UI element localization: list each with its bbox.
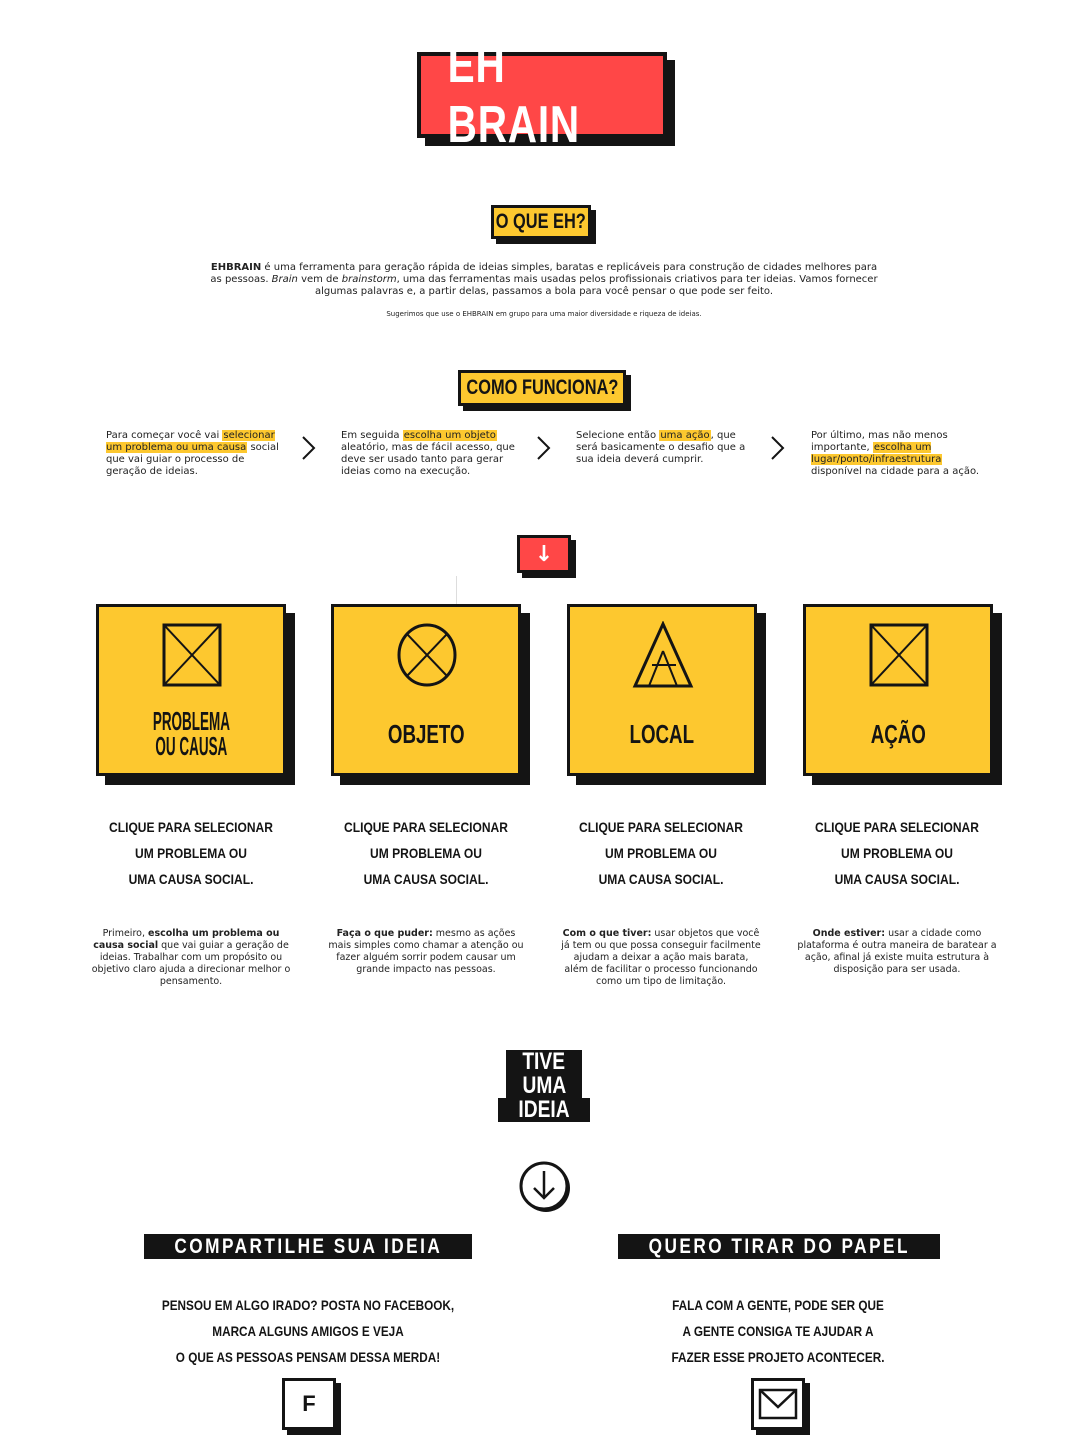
step-text: Em seguida [341,430,403,441]
contact-line: FALA COM A GENTE, PODE SER QUE [672,1297,884,1313]
cta-line: UM PROBLEMA OU [135,845,247,861]
how-heading: COMO FUNCIONA? [458,370,626,406]
select-problem-link[interactable]: CLIQUE PARA SELECIONAR UM PROBLEMA OU UM… [91,814,291,892]
card-label-line: OBJETO [387,718,465,749]
step-highlight: uma ação [659,430,711,441]
select-action-link[interactable]: CLIQUE PARA SELECIONAR UM PROBLEMA OU UM… [797,814,997,892]
select-local-link[interactable]: CLIQUE PARA SELECIONAR UM PROBLEMA OU UM… [561,814,761,892]
card-local[interactable]: LOCAL [567,604,757,776]
cta-line: UMA CAUSA SOCIAL. [598,871,724,887]
step-text: Selecione então [576,430,660,441]
about-text: EHBRAIN é uma ferramenta para geração rá… [205,262,883,298]
cta-line: UMA CAUSA SOCIAL. [834,871,960,887]
card-label-line: OU CAUSA [155,731,227,761]
cta-line: CLIQUE PARA SELECIONAR [109,819,273,835]
card-problema[interactable]: PROBLEMA OU CAUSA [96,604,286,776]
divider [456,576,457,604]
circle-arrow-down-icon[interactable] [519,1160,573,1214]
idea-line: IDEIA [518,1096,570,1123]
step-4: Por último, mas não menos importante, es… [811,430,986,478]
card-label-line: AÇÃO [870,718,926,749]
cta-line: UMA CAUSA SOCIAL. [363,871,489,887]
share-line: MARCA ALGUNS AMIGOS E VEJA [212,1323,404,1339]
card-label: OBJETO [334,705,518,763]
about-heading-text: O QUE EH? [495,210,587,233]
share-line: PENSOU EM ALGO IRADO? POSTA NO FACEBOOK, [161,1297,455,1313]
about-brain-word: Brain [271,274,298,285]
step-2: Em seguida escolha um objeto aleatório, … [341,430,516,478]
card-description: Primeiro, escolha um problema ou causa s… [91,928,291,988]
card-objeto[interactable]: OBJETO [331,604,521,776]
about-heading: O QUE EH? [491,205,591,239]
triangle-icon [632,621,694,688]
arrow-down-icon: ↓ [534,541,554,567]
card-description: Onde estiver: usar a cidade como platafo… [797,928,997,976]
logo[interactable]: EH BRAIN [417,36,667,154]
logo-text: EH BRAIN [447,36,580,154]
step-1: Para começar você vai selecionar um prob… [106,430,281,478]
brand-name: EHBRAIN [210,262,262,273]
chevron-right-icon [537,436,551,460]
step-text: aleatório, mas de fácil acesso, que deve… [341,442,515,477]
cta-line: UM PROBLEMA OU [841,845,953,861]
select-object-link[interactable]: CLIQUE PARA SELECIONAR UM PROBLEMA OU UM… [326,814,526,892]
contact-text: FALA COM A GENTE, PODE SER QUE A GENTE C… [598,1292,958,1370]
about-text-part: , uma das ferramentas mais usadas pelos … [314,274,878,297]
crossed-square-icon [162,623,222,687]
step-highlight: escolha um objeto [402,430,497,441]
facebook-button[interactable]: F [282,1378,336,1430]
about-suggestion: Sugerimos que use o EHBRAIN em grupo par… [386,310,702,318]
step-3: Selecione então uma ação, que será basic… [576,430,751,466]
facebook-icon: F [302,1391,316,1416]
how-heading-text: COMO FUNCIONA? [466,376,618,399]
contact-line: FAZER ESSE PROJETO ACONTECER. [671,1349,885,1365]
desc-text: Primeiro, [102,928,148,939]
share-banner-text: COMPARTILHE SUA IDEIA [174,1234,442,1258]
chevron-right-icon [771,436,785,460]
envelope-icon [758,1388,798,1420]
about-brainstorm-word: brainstorm [341,274,397,285]
cta-line: CLIQUE PARA SELECIONAR [344,819,508,835]
step-text: disponível na cidade para a ação. [811,466,980,477]
cta-line: CLIQUE PARA SELECIONAR [579,819,743,835]
crossed-square-icon [869,623,929,687]
card-label: AÇÃO [806,705,990,763]
card-label: LOCAL [570,705,754,763]
share-banner: COMPARTILHE SUA IDEIA [144,1234,472,1259]
chevron-right-icon [302,436,316,460]
step-text: Para começar você vai [106,430,223,441]
share-line: O QUE AS PESSOAS PENSAM DESSA MERDA! [175,1349,441,1365]
card-label-line: LOCAL [629,718,695,749]
share-text: PENSOU EM ALGO IRADO? POSTA NO FACEBOOK,… [128,1292,488,1370]
contact-banner: QUERO TIRAR DO PAPEL [618,1234,940,1259]
about-text-part: vem de [297,274,342,285]
cta-line: CLIQUE PARA SELECIONAR [815,819,979,835]
card-description: Com o que tiver: usar objetos que você j… [561,928,761,988]
idea-badge: TIVE UMA IDEIA [498,1050,590,1122]
crossed-circle-icon [397,623,457,687]
card-acao[interactable]: AÇÃO [803,604,993,776]
desc-bold: Onde estiver: [812,928,886,939]
cta-line: UM PROBLEMA OU [605,845,717,861]
email-button[interactable] [751,1378,805,1430]
card-description: Faça o que puder: mesmo as ações mais si… [326,928,526,976]
contact-banner-text: QUERO TIRAR DO PAPEL [648,1234,910,1258]
idea-line: TIVE [522,1048,566,1075]
contact-line: A GENTE CONSIGA TE AJUDAR A [682,1323,874,1339]
cta-line: UMA CAUSA SOCIAL. [128,871,254,887]
desc-bold: Com o que tiver: [562,928,652,939]
card-label: PROBLEMA OU CAUSA [99,705,283,763]
start-button[interactable]: ↓ [517,535,571,573]
cta-line: UM PROBLEMA OU [370,845,482,861]
desc-bold: Faça o que puder: [336,928,433,939]
idea-line: UMA [522,1072,566,1099]
